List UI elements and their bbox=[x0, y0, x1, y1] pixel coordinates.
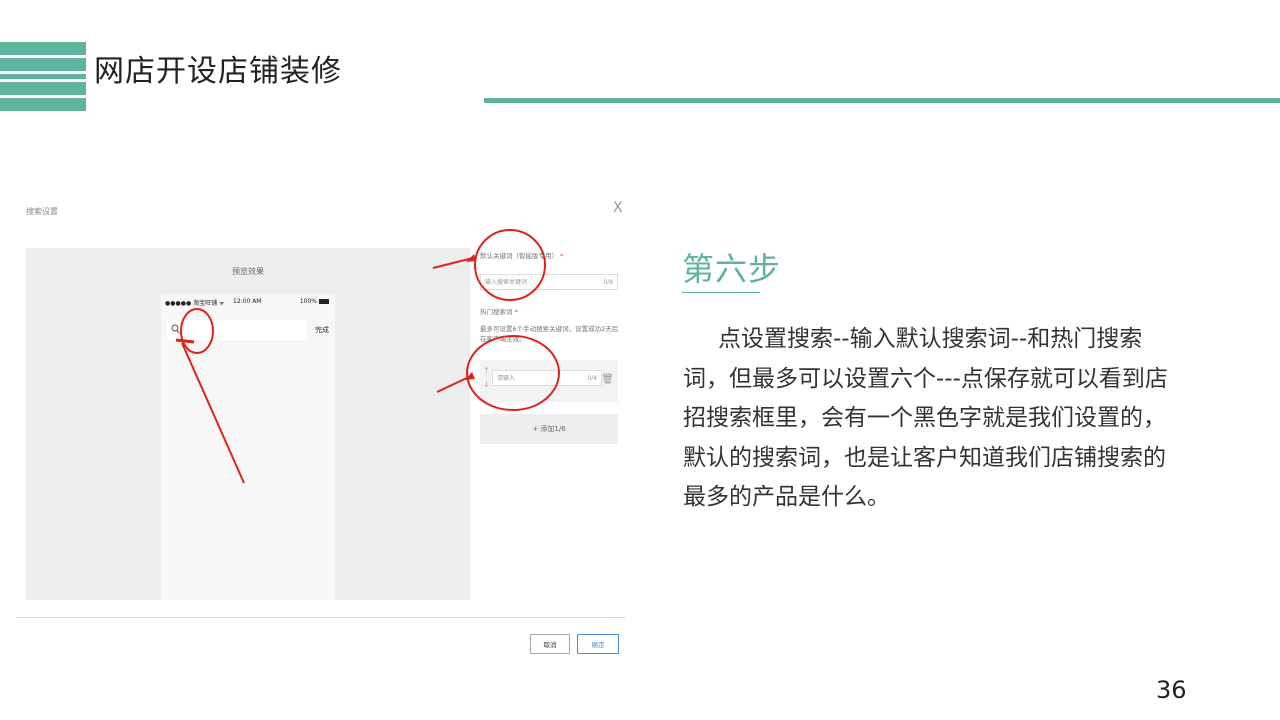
step-title: 第六步 bbox=[682, 250, 782, 288]
header-bar bbox=[0, 98, 86, 111]
default-keyword-count: 0/8 bbox=[603, 279, 613, 286]
hot-keyword-count: 0/4 bbox=[587, 375, 597, 382]
ok-button[interactable]: 确定 bbox=[577, 634, 619, 654]
default-keyword-label: 默认关键词（智能版专用） * bbox=[480, 252, 564, 260]
slide-title: 网店开设店铺装修 bbox=[94, 54, 342, 89]
status-battery: 100% bbox=[299, 298, 317, 305]
header-decoration-bars bbox=[0, 42, 86, 114]
page-number: 36 bbox=[1156, 676, 1187, 704]
reorder-icon[interactable]: ↑ ↓ bbox=[483, 364, 490, 392]
trash-icon[interactable]: 🗑 bbox=[601, 374, 614, 385]
header-bar bbox=[0, 74, 86, 79]
preview-panel: 预览效果 ●●●●● 淘宝旺铺 ᯤ 12:00 AM 100% 完成 bbox=[26, 248, 470, 600]
step-description: 点设置搜索--输入默认搜索词--和热门搜索词，但最多可以设置六个---点保存就可… bbox=[683, 326, 1168, 510]
add-keyword-button[interactable]: + 添加1/6 bbox=[480, 414, 618, 444]
hot-keyword-row: ↑ ↓ 请输入 0/4 🗑 bbox=[480, 360, 618, 402]
hot-keyword-input[interactable]: 请输入 0/4 bbox=[492, 370, 602, 386]
phone-mockup: ●●●●● 淘宝旺铺 ᯤ 12:00 AM 100% 完成 bbox=[161, 294, 335, 600]
magnifier-icon bbox=[171, 324, 180, 337]
hot-keyword-label: 热门搜索词 * bbox=[480, 308, 518, 316]
done-button[interactable]: 完成 bbox=[315, 325, 329, 335]
default-keyword-input[interactable]: 输入搜索关键词 0/8 bbox=[480, 274, 618, 290]
preview-title: 预览效果 bbox=[232, 267, 264, 276]
dialog-title: 搜索设置 bbox=[26, 207, 58, 216]
search-settings-form: 默认关键词（智能版专用） * 输入搜索关键词 0/8 热门搜索词 * 最多可设置… bbox=[478, 190, 630, 610]
hot-keyword-hint: 最多可设置6个手动搜索关键词，设置成功2天后在客户端生效。 bbox=[480, 325, 619, 343]
status-time: 12:00 AM bbox=[233, 298, 262, 305]
dialog-divider bbox=[16, 617, 626, 618]
header-rule bbox=[484, 98, 1280, 103]
cancel-button[interactable]: 取消 bbox=[530, 634, 570, 654]
header-bar bbox=[0, 82, 86, 95]
hot-keyword-placeholder: 请输入 bbox=[497, 375, 516, 382]
header-bar bbox=[0, 42, 86, 55]
search-settings-screenshot: 搜索设置 X 预览效果 ●●●●● 淘宝旺铺 ᯤ 12:00 AM 100% 完… bbox=[16, 190, 630, 665]
status-carrier: ●●●●● 淘宝旺铺 ᯤ bbox=[165, 300, 225, 307]
step-underline bbox=[682, 292, 760, 293]
battery-icon: 100% bbox=[300, 298, 329, 305]
preview-search-box[interactable] bbox=[167, 320, 307, 340]
default-keyword-placeholder: 输入搜索关键词 bbox=[485, 279, 528, 286]
status-bar: ●●●●● 淘宝旺铺 ᯤ 12:00 AM 100% bbox=[161, 298, 335, 310]
header-bar bbox=[0, 58, 86, 71]
